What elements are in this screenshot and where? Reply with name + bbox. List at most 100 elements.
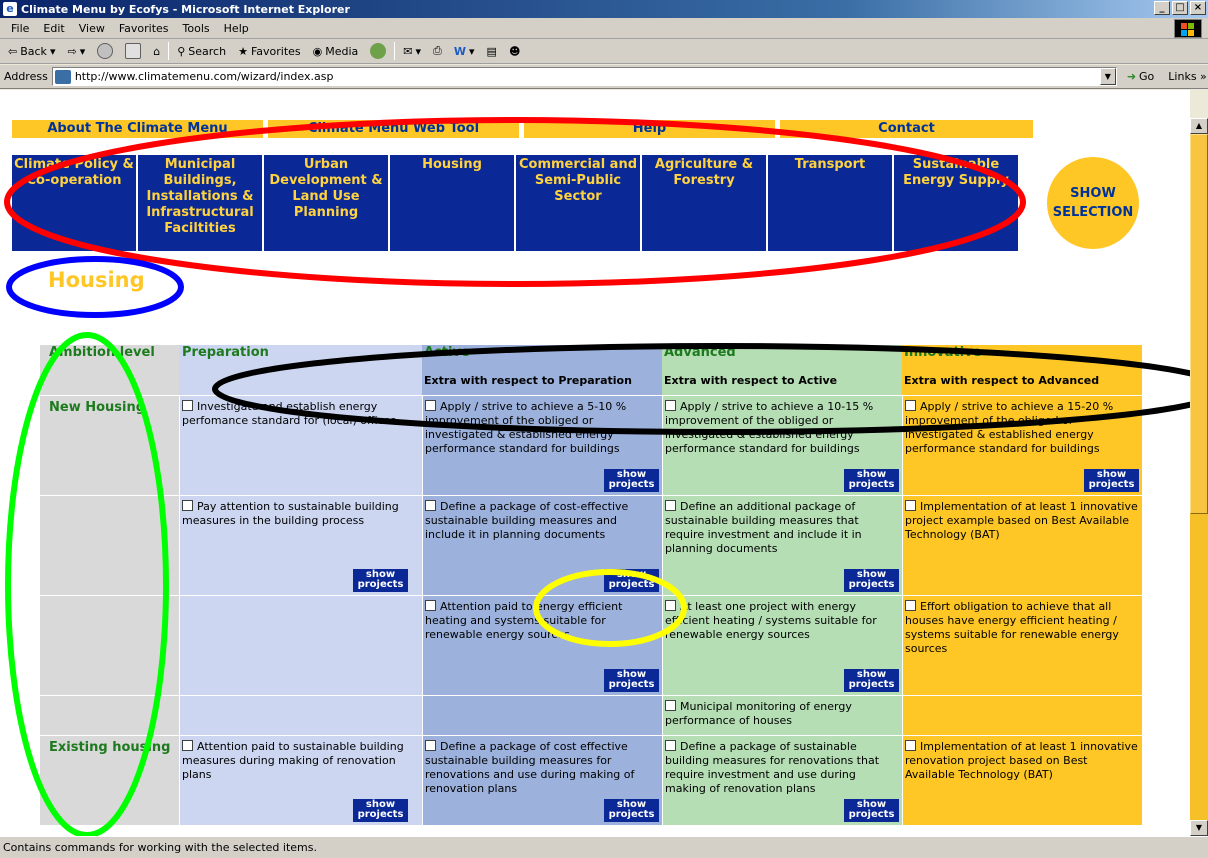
close-button[interactable]: ×: [1190, 1, 1206, 15]
measure-item: Municipal monitoring of energy performan…: [663, 696, 902, 728]
row-label-cell: New Housing: [40, 395, 179, 495]
show-projects-button[interactable]: show projects: [604, 569, 659, 592]
refresh-button[interactable]: [121, 43, 145, 59]
nav-contact[interactable]: Contact: [780, 120, 1033, 138]
show-projects-button[interactable]: show projects: [353, 799, 408, 822]
show-projects-button[interactable]: show projects: [604, 799, 659, 822]
page-icon: [54, 69, 71, 84]
search-button[interactable]: ⚲ Search: [173, 45, 230, 58]
go-arrow-icon: ➜: [1126, 70, 1137, 83]
table-cell-active: Apply / strive to achieve a 5-10 % impro…: [422, 395, 662, 495]
measure-checkbox[interactable]: [182, 500, 193, 511]
table-header-innovative: Innovative Extra with respect to Advance…: [902, 345, 1142, 395]
media-button[interactable]: ◉ Media: [309, 45, 363, 58]
table-cell-preparation: [179, 595, 422, 695]
maximize-button[interactable]: □: [1172, 1, 1188, 15]
messenger-button[interactable]: ☻: [505, 45, 524, 58]
table-cell-active: Define a package of cost-effective susta…: [422, 495, 662, 595]
measure-checkbox[interactable]: [905, 600, 916, 611]
show-selection-button[interactable]: SHOW SELECTION: [1047, 157, 1139, 249]
nav-about[interactable]: About The Climate Menu: [12, 120, 263, 138]
scroll-down-icon[interactable]: ▼: [1190, 820, 1208, 836]
measure-item: Implementation of at least 1 innovative …: [903, 736, 1142, 782]
measure-text: Municipal monitoring of energy performan…: [665, 700, 852, 727]
mail-button[interactable]: ✉ ▾: [399, 45, 425, 58]
show-projects-button[interactable]: show projects: [844, 469, 899, 492]
history-button[interactable]: [366, 43, 390, 59]
sector-nav: Climate Policy & Co-operation Municipal …: [12, 155, 1018, 251]
sector-municipal-buildings[interactable]: Municipal Buildings, Installations & Inf…: [138, 155, 262, 251]
measure-checkbox[interactable]: [665, 740, 676, 751]
measure-checkbox[interactable]: [425, 400, 436, 411]
address-input[interactable]: http://www.climatemenu.com/wizard/index.…: [51, 67, 1117, 86]
sector-energy-supply[interactable]: Sustainable Energy Supply: [894, 155, 1018, 251]
status-bar: Contains commands for working with the s…: [0, 836, 1208, 858]
measure-checkbox[interactable]: [665, 600, 676, 611]
forward-button[interactable]: ⇨ ▾: [63, 45, 89, 58]
row-label-cell: [40, 495, 179, 595]
show-projects-button[interactable]: show projects: [1084, 469, 1139, 492]
table-cell-innovative: Apply / strive to achieve a 15-20 % impr…: [902, 395, 1142, 495]
sector-housing[interactable]: Housing: [390, 155, 514, 251]
links-button[interactable]: Links »: [1168, 70, 1207, 83]
table-cell-active: Define a package of cost effective susta…: [422, 735, 662, 825]
measure-checkbox[interactable]: [665, 400, 676, 411]
sector-commercial[interactable]: Commercial and Semi-Public Sector: [516, 155, 640, 251]
measure-checkbox[interactable]: [182, 740, 193, 751]
measure-text: Investigate and establish energy perfoma…: [182, 400, 397, 427]
sector-agriculture[interactable]: Agriculture & Forestry: [642, 155, 766, 251]
minimize-button[interactable]: _: [1154, 1, 1170, 15]
sector-urban-development[interactable]: Urban Development & Land Use Planning: [264, 155, 388, 251]
measure-item: Effort obligation to achieve that all ho…: [903, 596, 1142, 656]
vertical-scrollbar[interactable]: ▲ ▼: [1190, 118, 1208, 836]
show-projects-button[interactable]: show projects: [844, 799, 899, 822]
refresh-icon: [125, 43, 142, 59]
measure-checkbox[interactable]: [425, 500, 436, 511]
measure-checkbox[interactable]: [182, 400, 193, 411]
print-button[interactable]: ⎙: [429, 44, 446, 58]
measure-checkbox[interactable]: [905, 740, 916, 751]
window-controls: _ □ ×: [1154, 1, 1206, 15]
show-projects-button[interactable]: show projects: [604, 469, 659, 492]
back-button[interactable]: ⇦ Back ▾: [4, 45, 59, 58]
measure-checkbox[interactable]: [425, 600, 436, 611]
table-cell-advanced: At least one project with energy efficie…: [662, 595, 902, 695]
nav-web-tool[interactable]: Climate Menu Web Tool: [268, 120, 519, 138]
nav-help[interactable]: Help: [524, 120, 775, 138]
menu-favorites[interactable]: Favorites: [112, 22, 176, 35]
measure-text: Implementation of at least 1 innovative …: [905, 740, 1138, 781]
row-label: New Housing: [49, 400, 146, 415]
home-button[interactable]: ⌂: [149, 45, 164, 58]
mail-icon: ✉: [403, 44, 413, 58]
show-projects-button[interactable]: show projects: [844, 669, 899, 692]
measure-checkbox[interactable]: [905, 400, 916, 411]
menu-view[interactable]: View: [72, 22, 112, 35]
go-button[interactable]: ➜ Go: [1127, 70, 1154, 83]
table-cell-innovative: Implementation of at least 1 innovative …: [902, 495, 1142, 595]
measure-checkbox[interactable]: [665, 700, 676, 711]
show-projects-button[interactable]: show projects: [844, 569, 899, 592]
measure-item: Apply / strive to achieve a 10-15 % impr…: [663, 396, 902, 456]
row-label-cell: Existing housing: [40, 735, 179, 825]
address-dropdown-icon[interactable]: ▼: [1099, 68, 1116, 85]
favorites-button[interactable]: ★ Favorites: [234, 45, 305, 58]
table-cell-preparation: Investigate and establish energy perfoma…: [179, 395, 422, 495]
table-cell-advanced: Municipal monitoring of energy performan…: [662, 695, 902, 735]
menu-help[interactable]: Help: [217, 22, 256, 35]
menu-tools[interactable]: Tools: [176, 22, 217, 35]
menu-edit[interactable]: Edit: [36, 22, 71, 35]
scroll-up-icon[interactable]: ▲: [1190, 118, 1208, 134]
measure-checkbox[interactable]: [425, 740, 436, 751]
show-projects-button[interactable]: show projects: [604, 669, 659, 692]
stop-button[interactable]: [93, 43, 117, 59]
menu-file[interactable]: File: [4, 22, 36, 35]
scrollbar-thumb[interactable]: [1190, 134, 1208, 514]
sector-transport[interactable]: Transport: [768, 155, 892, 251]
discuss-button[interactable]: ▤: [483, 45, 501, 58]
address-bar: Address http://www.climatemenu.com/wizar…: [0, 65, 1208, 89]
measure-checkbox[interactable]: [905, 500, 916, 511]
show-projects-button[interactable]: show projects: [353, 569, 408, 592]
edit-button[interactable]: W ▾: [450, 45, 479, 58]
measure-checkbox[interactable]: [665, 500, 676, 511]
sector-climate-policy[interactable]: Climate Policy & Co-operation: [12, 155, 136, 251]
